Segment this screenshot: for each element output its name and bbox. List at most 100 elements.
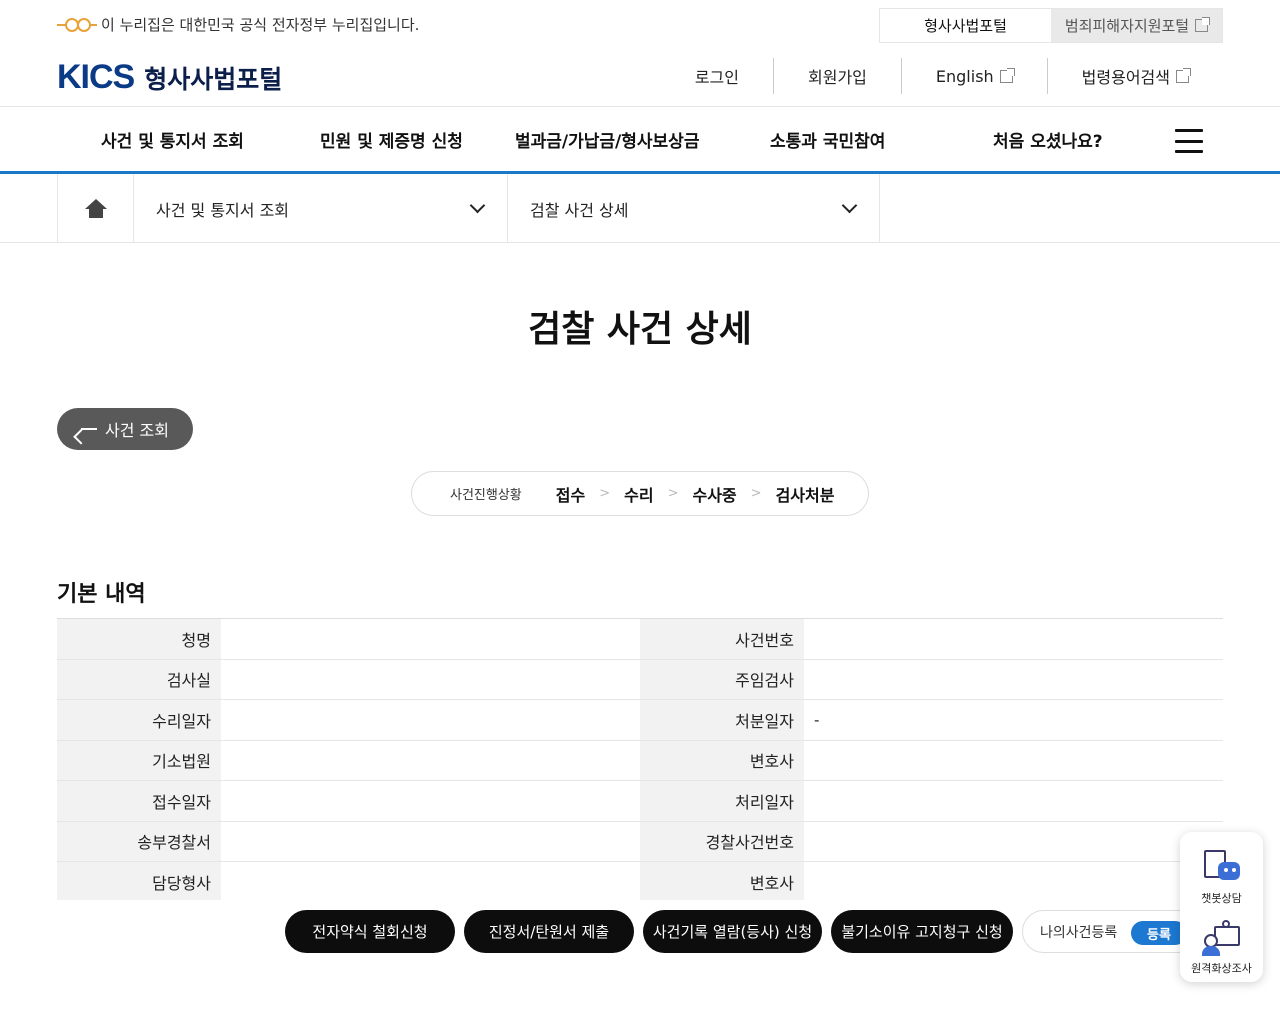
chatbot-label: 챗봇상담 [1201,892,1242,905]
table-row: 접수일자 처리일자 [57,781,1223,822]
table-row: 담당형사 변호사 [57,862,1223,903]
signup-label: 회원가입 [808,68,867,87]
detail-value [804,660,1223,700]
detail-value [804,822,1223,862]
tab-criminal-portal[interactable]: 형사사법포털 [880,9,1051,42]
detail-label: 처분일자 [640,700,804,740]
progress-step: 접수 [555,485,586,505]
detail-label: 접수일자 [57,781,221,821]
site-logo-text: 형사사법포털 [144,64,283,94]
progress-step: 수리 [624,485,654,505]
detail-value [804,741,1223,781]
legal-terms-label: 법령용어검색 [1081,68,1170,87]
back-button-label: 사건 조회 [105,421,169,440]
detail-label: 사건번호 [640,619,804,659]
detail-label: 주임검사 [640,659,804,699]
detail-value [221,660,640,700]
detail-value [804,862,1223,902]
egov-logo-icon [57,17,97,32]
chatbot-icon [1202,850,1242,888]
nav-communication[interactable]: 소통과 국민참여 [770,107,885,172]
action-bar: 전자약식 철회신청 진정서/탄원서 제출 사건기록 열람(등사) 신청 불기소이… [0,900,1280,1024]
kics-logo-mark: KICS [57,58,135,96]
detail-value [221,781,640,821]
breadcrumb-select-level2[interactable]: 검찰 사건 상세 [508,174,880,243]
detail-label: 처리일자 [640,781,804,821]
detail-label: 송부경찰서 [57,821,221,861]
breadcrumb-select-level1[interactable]: 사건 및 통지서 조회 [134,174,508,243]
progress-step: 검사처분 [775,485,835,505]
progress-label: 사건진행상황 [450,488,522,503]
login-label: 로그인 [694,68,739,87]
detail-value [804,781,1223,821]
detail-value [221,862,640,902]
table-row: 기소법원 변호사 [57,740,1223,781]
record-view-request-button[interactable]: 사건기록 열람(등사) 신청 [643,910,822,953]
nav-first-visit[interactable]: 처음 오셨나요? [993,107,1103,172]
my-case-label: 나의사건등록 [1040,924,1118,941]
detail-label: 검사실 [57,659,221,699]
detail-value [221,822,640,862]
signup-link[interactable]: 회원가입 [773,58,901,94]
e-summary-withdraw-button[interactable]: 전자약식 철회신청 [285,910,455,953]
progress-step: 수사중 [692,485,737,505]
table-row: 청명 사건번호 [57,619,1223,660]
breadcrumb-level1-label: 사건 및 통지서 조회 [156,200,290,220]
utility-nav: 로그인 회원가입 English 법령용어검색 [661,58,1223,94]
non-prosecution-reason-button[interactable]: 불기소이유 고지청구 신청 [831,910,1013,953]
video-call-icon [1201,920,1242,958]
main-nav: 사건 및 통지서 조회 민원 및 제증명 신청 벌과금/가납금/형사보상금 소통… [0,106,1280,174]
detail-label: 기소법원 [57,740,221,780]
arrow-left-icon [81,428,98,430]
home-icon [84,198,107,219]
gov-banner-text-wrap: 이 누리집은 대한민국 공식 전자정부 누리집입니다. [57,14,419,35]
breadcrumb: 사건 및 통지서 조회 검찰 사건 상세 [0,174,1280,243]
site-logo[interactable]: KICS 형사사법포털 [57,58,282,97]
case-progress: 사건진행상황 접수 > 수리 > 수사중 > 검사처분 [411,471,869,516]
external-link-icon [999,67,1015,83]
back-to-case-search-button[interactable]: 사건 조회 [57,408,193,450]
chevron-right-icon: > [667,486,679,501]
chevron-right-icon: > [750,486,762,501]
video-investigation-label: 원격화상조사 [1191,962,1252,975]
detail-label: 변호사 [640,740,804,780]
tab-criminal-portal-label: 형사사법포털 [924,17,1007,35]
login-link[interactable]: 로그인 [661,58,773,94]
nav-case-inquiry[interactable]: 사건 및 통지서 조회 [101,107,244,172]
external-link-icon [1176,67,1191,83]
video-investigation-button[interactable]: 원격화상조사 [1180,920,1263,976]
nav-civil-petition[interactable]: 민원 및 제증명 신청 [320,107,463,172]
portal-tabs: 형사사법포털 범죄피해자지원포털 [879,8,1223,43]
detail-label: 담당형사 [57,862,221,902]
detail-value [221,700,640,740]
table-row: 수리일자 처분일자 - [57,700,1223,741]
english-link[interactable]: English [900,58,1047,94]
nav-fines[interactable]: 벌과금/가납금/형사보상금 [515,107,699,172]
legal-terms-link[interactable]: 법령용어검색 [1046,58,1223,94]
detail-value: - [814,710,820,729]
petition-submit-button[interactable]: 진정서/탄원서 제출 [464,910,634,953]
page-title: 검찰 사건 상세 [528,309,752,350]
table-row: 송부경찰서 경찰사건번호 [57,821,1223,862]
section-title: 기본 내역 [57,582,146,607]
detail-label: 경찰사건번호 [640,821,804,861]
external-link-icon [1195,17,1211,32]
detail-value [221,619,640,659]
detail-label: 변호사 [640,862,804,902]
chatbot-button[interactable]: 챗봇상담 [1180,850,1263,906]
table-row: 검사실 주임검사 [57,659,1223,700]
detail-table: 청명 사건번호 검사실 주임검사 수리일자 처분일자 - 기소법원 변호사 접수… [57,618,1223,903]
home-button[interactable] [57,174,134,243]
breadcrumb-level2-label: 검찰 사건 상세 [530,200,629,220]
detail-value [804,619,1223,659]
chevron-down-icon [841,197,858,214]
floating-quick-panel: 챗봇상담 원격화상조사 [1180,832,1263,982]
detail-label: 청명 [57,619,221,659]
detail-value [221,741,640,781]
tab-victim-portal-label: 범죄피해자지원포털 [1064,17,1190,35]
register-button[interactable]: 등록 [1131,921,1187,945]
gov-banner-text: 이 누리집은 대한민국 공식 전자정부 누리집입니다. [101,16,420,34]
tab-victim-portal[interactable]: 범죄피해자지원포털 [1051,9,1222,42]
chevron-down-icon [469,197,486,214]
menu-icon[interactable] [1175,129,1203,153]
